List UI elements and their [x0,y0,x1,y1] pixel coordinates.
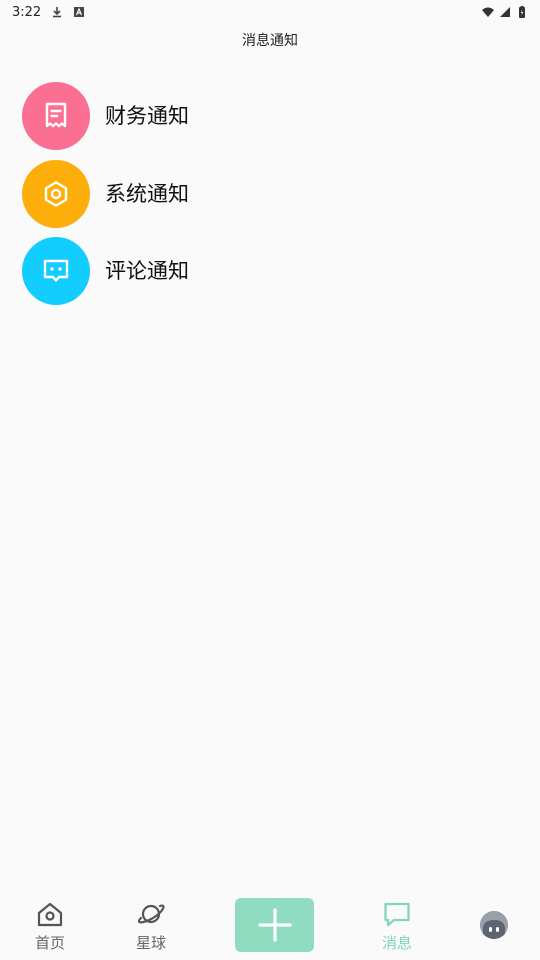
notification-label: 评论通知 [105,259,189,283]
plus-icon [257,908,292,942]
nav-item-planet[interactable]: 星球 [111,900,191,958]
receipt-icon [45,102,67,128]
planet-icon [136,900,166,928]
a-badge-icon [74,7,85,17]
hexagon-settings-icon [44,180,68,207]
nav-label: 星球 [135,934,166,952]
notification-list: 财务通知 系统通知 评论通知 [22,82,522,315]
nav-label: 消息 [381,934,412,952]
wifi-icon [482,7,494,17]
battery-icon [519,6,525,18]
add-button[interactable] [235,898,314,952]
nav-item-message[interactable]: 消息 [357,900,437,958]
status-right [482,6,528,18]
signal-icon [500,7,510,17]
finance-icon-circle [22,82,90,150]
notification-item-finance[interactable]: 财务通知 [22,82,522,160]
notification-item-comment[interactable]: 评论通知 [22,237,522,315]
status-left: 3:22 [12,5,85,20]
download-icon [53,7,62,18]
status-time: 3:22 [12,4,42,20]
message-icon [382,900,412,928]
chat-bubble-icon [43,259,69,282]
notification-item-system[interactable]: 系统通知 [22,159,522,238]
nav-label: 首页 [34,934,65,952]
comment-icon-circle [22,237,90,305]
page-title: 消息通知 [242,33,298,49]
notification-label: 财务通知 [105,104,189,128]
avatar-icon[interactable] [480,911,508,939]
status-bar: 3:22 [0,0,540,24]
system-icon-circle [22,159,90,228]
nav-item-home[interactable]: 首页 [10,900,90,958]
home-icon [35,900,65,928]
notification-label: 系统通知 [105,181,189,206]
